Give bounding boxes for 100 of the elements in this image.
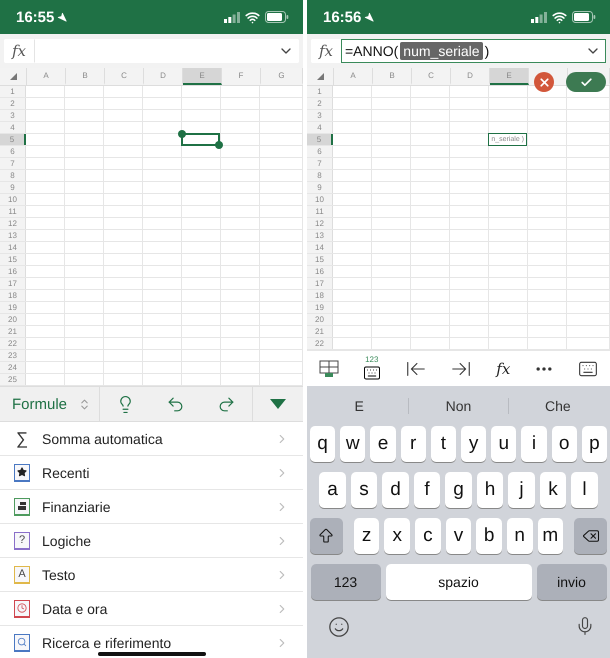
- shift-key[interactable]: [310, 518, 343, 554]
- row-header[interactable]: 2: [0, 98, 26, 109]
- row-header[interactable]: 2: [307, 98, 333, 109]
- function-category-item[interactable]: Data e ora: [0, 592, 303, 626]
- insert-table-icon[interactable]: [318, 360, 339, 378]
- formula-bar[interactable]: fx: [4, 39, 299, 63]
- row-header[interactable]: 14: [0, 242, 26, 253]
- row-header[interactable]: 15: [0, 254, 26, 265]
- column-header[interactable]: G: [261, 68, 303, 85]
- letter-key[interactable]: u: [491, 426, 516, 462]
- function-category-item[interactable]: ? Logiche: [0, 524, 303, 558]
- letter-key[interactable]: d: [382, 472, 409, 508]
- row-header[interactable]: 13: [307, 230, 333, 241]
- function-category-item[interactable]: Recenti: [0, 456, 303, 490]
- row-header[interactable]: 1: [0, 86, 26, 97]
- letter-key[interactable]: j: [508, 472, 535, 508]
- row-header[interactable]: 16: [307, 266, 333, 277]
- letter-key[interactable]: z: [354, 518, 380, 554]
- space-key[interactable]: spazio: [386, 564, 532, 600]
- letter-key[interactable]: o: [552, 426, 577, 462]
- row-header[interactable]: 3: [0, 110, 26, 121]
- insert-function-button[interactable]: fx: [496, 360, 510, 378]
- letter-key[interactable]: y: [461, 426, 486, 462]
- active-cell[interactable]: [181, 133, 220, 146]
- row-header[interactable]: 6: [307, 146, 333, 157]
- letter-key[interactable]: i: [521, 426, 547, 462]
- letter-key[interactable]: r: [400, 426, 426, 462]
- row-header[interactable]: 5: [307, 134, 333, 145]
- formula-bar[interactable]: fx =ANNO( num_seriale ): [311, 39, 606, 63]
- row-header[interactable]: 25: [0, 374, 26, 385]
- confirm-button[interactable]: [566, 72, 606, 92]
- letter-key[interactable]: k: [540, 472, 566, 508]
- row-header[interactable]: 17: [0, 278, 26, 289]
- letter-key[interactable]: p: [582, 426, 608, 462]
- row-header[interactable]: 21: [0, 326, 26, 337]
- row-header[interactable]: 19: [0, 302, 26, 313]
- row-header[interactable]: 15: [307, 254, 333, 265]
- column-header[interactable]: B: [66, 68, 105, 85]
- row-header[interactable]: 7: [307, 158, 333, 169]
- letter-key[interactable]: v: [446, 518, 472, 554]
- function-category-item[interactable]: ∑ Somma automatica: [0, 422, 303, 456]
- column-header[interactable]: A: [27, 68, 66, 85]
- row-header[interactable]: 22: [307, 338, 333, 349]
- row-header[interactable]: 18: [0, 290, 26, 301]
- row-header[interactable]: 6: [0, 146, 26, 157]
- emoji-icon[interactable]: [328, 616, 350, 638]
- select-all-icon[interactable]: [10, 73, 16, 80]
- row-header[interactable]: 12: [0, 218, 26, 229]
- letter-key[interactable]: w: [340, 426, 366, 462]
- letter-key[interactable]: q: [310, 426, 336, 462]
- letter-key[interactable]: e: [370, 426, 396, 462]
- row-header[interactable]: 20: [0, 314, 26, 325]
- row-header[interactable]: 8: [0, 170, 26, 181]
- row-header[interactable]: 13: [0, 230, 26, 241]
- letter-key[interactable]: t: [430, 426, 456, 462]
- row-header[interactable]: 14: [307, 242, 333, 253]
- row-header[interactable]: 18: [307, 290, 333, 301]
- column-header[interactable]: F: [222, 68, 261, 85]
- row-header[interactable]: 19: [307, 302, 333, 313]
- row-header[interactable]: 10: [307, 194, 333, 205]
- row-header[interactable]: 7: [0, 158, 26, 169]
- column-header[interactable]: C: [412, 68, 451, 85]
- letter-key[interactable]: h: [476, 472, 504, 508]
- row-header[interactable]: 24: [0, 362, 26, 373]
- letter-key[interactable]: x: [384, 518, 410, 554]
- row-header[interactable]: 4: [307, 122, 333, 133]
- number-keyboard-button[interactable]: 123: [362, 356, 381, 382]
- row-header[interactable]: 12: [307, 218, 333, 229]
- cancel-button[interactable]: [534, 72, 554, 92]
- ribbon-tab-selector[interactable]: Formule: [0, 387, 100, 421]
- column-header[interactable]: C: [105, 68, 144, 85]
- letter-key[interactable]: n: [506, 518, 533, 554]
- row-header[interactable]: 4: [0, 122, 26, 133]
- row-header[interactable]: 11: [307, 206, 333, 217]
- letter-key[interactable]: c: [415, 518, 441, 554]
- word-suggestion[interactable]: Che: [508, 398, 607, 414]
- column-header[interactable]: E: [490, 68, 529, 85]
- column-header[interactable]: E: [183, 68, 222, 85]
- row-header[interactable]: 16: [0, 266, 26, 277]
- row-header[interactable]: 3: [307, 110, 333, 121]
- row-header[interactable]: 23: [0, 350, 26, 361]
- row-header[interactable]: 21: [307, 326, 333, 337]
- letter-key[interactable]: g: [445, 472, 472, 508]
- letter-key[interactable]: a: [319, 472, 346, 508]
- select-all-icon[interactable]: [316, 73, 324, 80]
- row-header[interactable]: 11: [0, 206, 26, 217]
- row-header[interactable]: 10: [0, 194, 26, 205]
- row-header[interactable]: 5: [0, 134, 26, 145]
- row-header[interactable]: 20: [307, 314, 333, 325]
- function-category-item[interactable]: A Testo: [0, 558, 303, 592]
- word-suggestion[interactable]: E: [310, 398, 408, 414]
- letter-key[interactable]: s: [350, 472, 378, 508]
- letter-key[interactable]: f: [414, 472, 440, 508]
- row-header[interactable]: 1: [307, 86, 333, 97]
- column-header[interactable]: B: [373, 68, 412, 85]
- function-category-item[interactable]: Finanziarie: [0, 490, 303, 524]
- row-header[interactable]: 8: [307, 170, 333, 181]
- letter-key[interactable]: b: [476, 518, 502, 554]
- return-key[interactable]: invio: [536, 564, 606, 600]
- row-header[interactable]: 9: [0, 182, 26, 193]
